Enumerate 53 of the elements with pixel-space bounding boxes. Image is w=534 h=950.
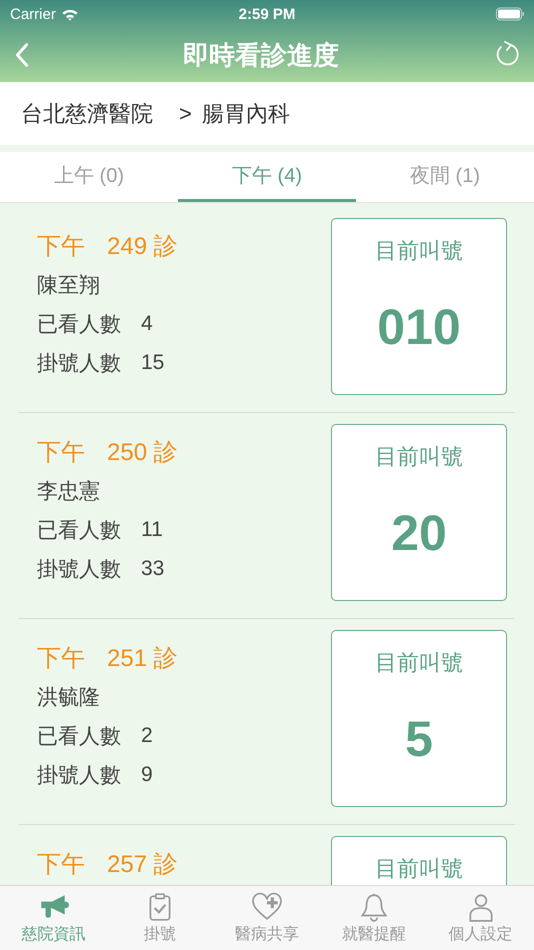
call-number-label: 目前叫號 bbox=[375, 237, 463, 265]
tab-bar-item[interactable]: 醫病共享 bbox=[214, 886, 320, 950]
screen-title: 即時看診進度 bbox=[183, 38, 339, 72]
seen-count-label: 已看人數 bbox=[37, 724, 121, 750]
registered-count-label: 掛號人數 bbox=[37, 762, 121, 788]
registered-count: 9 bbox=[141, 762, 153, 786]
registered-count-label: 掛號人數 bbox=[37, 556, 121, 582]
call-number-label: 目前叫號 bbox=[375, 855, 463, 883]
clinic-room: 250 診 bbox=[107, 438, 178, 468]
seen-count-label: 已看人數 bbox=[37, 312, 121, 338]
seen-count: 4 bbox=[141, 312, 153, 336]
tab-bar-label: 個人設定 bbox=[448, 924, 513, 944]
call-number-label: 目前叫號 bbox=[375, 649, 463, 677]
heart-plus-icon bbox=[250, 892, 283, 922]
seen-count: 11 bbox=[141, 518, 163, 542]
seen-count-label: 已看人數 bbox=[37, 518, 121, 544]
clinic-room: 257 診 bbox=[107, 850, 178, 880]
tab-bar-label: 醫病共享 bbox=[234, 924, 299, 944]
tab-bar-item[interactable]: 就醫提醒 bbox=[320, 886, 428, 950]
registered-count: 33 bbox=[141, 556, 164, 580]
session-label: 下午 bbox=[37, 850, 85, 880]
doctor-name: 洪毓隆 bbox=[37, 684, 101, 710]
call-number: 20 bbox=[391, 504, 447, 562]
session-tab[interactable]: 上午 (0) bbox=[0, 152, 178, 202]
clock-time: 2:59 PM bbox=[238, 6, 296, 22]
hospital-name: 台北慈濟醫院 bbox=[21, 100, 153, 128]
tab-bar-item[interactable]: 掛號 bbox=[106, 886, 214, 950]
tab-bar-label: 就醫提醒 bbox=[342, 924, 406, 944]
clinic-room: 251 診 bbox=[107, 644, 178, 674]
call-number-label: 目前叫號 bbox=[375, 443, 463, 471]
wifi-icon bbox=[60, 7, 79, 21]
session-label: 下午 bbox=[37, 438, 85, 468]
tab-bar-label: 掛號 bbox=[144, 924, 176, 944]
registered-count-label: 掛號人數 bbox=[37, 350, 121, 376]
carrier-label: Carrier bbox=[10, 6, 56, 22]
tab-bar-label: 慈院資訊 bbox=[21, 924, 86, 944]
doctor-name: 李忠憲 bbox=[37, 478, 101, 504]
call-number: 5 bbox=[405, 710, 433, 768]
session-tab[interactable]: 下午 (4) bbox=[178, 152, 356, 202]
session-label: 下午 bbox=[37, 232, 85, 262]
tab-bar-item[interactable]: 慈院資訊 bbox=[0, 886, 107, 950]
department-name: 腸胃內科 bbox=[202, 100, 290, 128]
back-icon bbox=[14, 42, 30, 68]
battery-icon bbox=[496, 7, 524, 21]
session-label: 下午 bbox=[37, 644, 85, 674]
breadcrumb-separator: > bbox=[179, 100, 192, 126]
call-number: 010 bbox=[377, 298, 461, 356]
doctor-name: 陳至翔 bbox=[37, 272, 101, 298]
clinic-room: 249 診 bbox=[107, 232, 178, 262]
tab-bar-item[interactable]: 個人設定 bbox=[427, 886, 534, 950]
registered-count: 15 bbox=[141, 350, 164, 374]
seen-count: 2 bbox=[141, 724, 153, 748]
session-tab[interactable]: 夜間 (1) bbox=[356, 152, 534, 202]
